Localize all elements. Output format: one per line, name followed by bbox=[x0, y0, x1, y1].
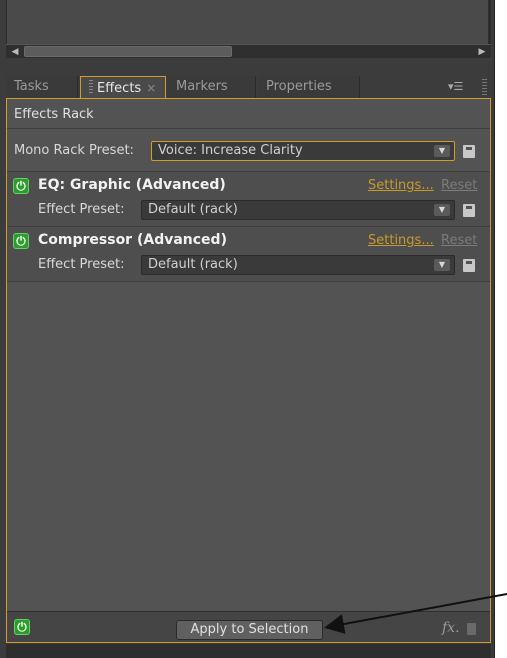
effect-preset-value: Default (rack) bbox=[148, 257, 238, 272]
horizontal-scrollbar[interactable]: ◀ ▶ bbox=[6, 44, 491, 58]
chevron-down-icon[interactable]: ▼ bbox=[434, 259, 450, 271]
upper-divider bbox=[488, 0, 490, 48]
save-preset-icon[interactable] bbox=[463, 145, 475, 158]
reset-link[interactable]: Reset bbox=[441, 233, 477, 248]
effect-preset-dropdown[interactable]: Default (rack) ▼ bbox=[141, 255, 455, 275]
scroll-right-icon[interactable]: ▶ bbox=[476, 47, 488, 57]
power-icon[interactable]: ⏻ bbox=[13, 178, 29, 194]
app-window: ◀ ▶ Tasks Effects × Markers Properties ▾☰… bbox=[0, 0, 495, 658]
effect-preset-value: Default (rack) bbox=[148, 202, 238, 217]
panel-tabbar: Tasks Effects × Markers Properties ▾☰ bbox=[6, 76, 491, 98]
effect-name: Compressor (Advanced) bbox=[38, 232, 227, 248]
divider bbox=[7, 128, 490, 129]
tab-tasks-label: Tasks bbox=[14, 79, 49, 94]
tab-close-icon[interactable]: × bbox=[146, 81, 156, 95]
tab-markers-label: Markers bbox=[176, 79, 228, 94]
divider bbox=[7, 281, 490, 282]
trash-icon[interactable] bbox=[467, 623, 476, 635]
settings-link[interactable]: Settings... bbox=[368, 178, 434, 193]
tab-properties-label: Properties bbox=[266, 79, 332, 94]
tab-effects[interactable]: Effects × bbox=[80, 76, 166, 98]
effect-preset-label: Effect Preset: bbox=[38, 257, 125, 272]
rack-preset-label: Mono Rack Preset: bbox=[14, 143, 134, 158]
tab-markers[interactable]: Markers bbox=[168, 76, 256, 98]
tab-properties[interactable]: Properties bbox=[258, 76, 360, 98]
scrollbar-thumb[interactable] bbox=[24, 46, 232, 57]
save-preset-icon[interactable] bbox=[463, 259, 475, 272]
rack-preset-dropdown[interactable]: Voice: Increase Clarity ▼ bbox=[151, 141, 455, 161]
chevron-down-icon[interactable]: ▼ bbox=[434, 204, 450, 216]
settings-link[interactable]: Settings... bbox=[368, 233, 434, 248]
panel-menu-icon[interactable]: ▾☰ bbox=[448, 80, 463, 93]
scroll-left-icon[interactable]: ◀ bbox=[9, 47, 21, 57]
save-preset-icon[interactable] bbox=[463, 204, 475, 217]
rack-footer: ⏻ Apply to Selection fx. bbox=[7, 611, 490, 642]
fx-menu-icon[interactable]: fx. bbox=[442, 620, 460, 636]
chevron-down-icon[interactable]: ▼ bbox=[434, 145, 450, 157]
effect-name: EQ: Graphic (Advanced) bbox=[38, 177, 226, 193]
power-icon[interactable]: ⏻ bbox=[13, 233, 29, 249]
effect-preset-dropdown[interactable]: Default (rack) ▼ bbox=[141, 200, 455, 220]
tab-grip-icon[interactable] bbox=[89, 80, 93, 94]
reset-link[interactable]: Reset bbox=[441, 178, 477, 193]
panel-grip-icon[interactable] bbox=[482, 79, 487, 95]
effect-preset-label: Effect Preset: bbox=[38, 202, 125, 217]
bottom-strip bbox=[6, 644, 491, 658]
apply-to-selection-button[interactable]: Apply to Selection bbox=[176, 620, 323, 640]
effects-rack-panel: Effects Rack Mono Rack Preset: Voice: In… bbox=[6, 98, 491, 643]
tab-tasks[interactable]: Tasks bbox=[6, 76, 78, 98]
tab-effects-label: Effects bbox=[97, 81, 142, 96]
master-power-icon[interactable]: ⏻ bbox=[14, 619, 30, 635]
panel-title: Effects Rack bbox=[14, 107, 94, 122]
rack-preset-value: Voice: Increase Clarity bbox=[158, 143, 303, 158]
